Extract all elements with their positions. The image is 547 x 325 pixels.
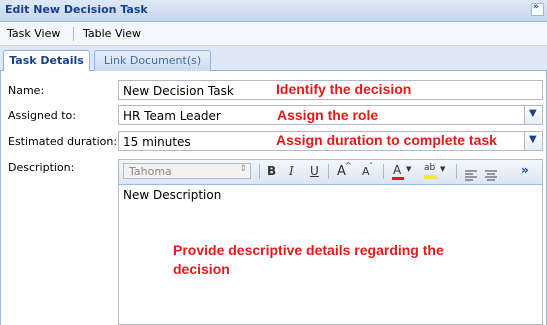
underline-button[interactable]: U [310, 164, 319, 178]
tab-link-documents[interactable]: Link Document(s) [94, 50, 211, 71]
toolbar-separator [456, 164, 457, 179]
tab-label: Task Details [9, 54, 84, 67]
tab-strip: Task Details Link Document(s) [0, 46, 547, 72]
duration-value: 15 minutes [123, 135, 191, 149]
chevron-down-icon: ▼ [529, 108, 537, 119]
highlight-icon: ab [424, 163, 436, 173]
chevron-down-icon: ▼ [406, 165, 412, 173]
menu-item-table-view[interactable]: Table View [83, 27, 141, 40]
tab-task-details[interactable]: Task Details [3, 50, 90, 72]
annotation-identify-decision: Identify the decision [276, 81, 412, 97]
toolbar-separator [383, 164, 384, 179]
task-details-form: Name: New Decision Task Identify the dec… [0, 71, 547, 325]
name-label: Name: [8, 84, 45, 97]
duration-dropdown-trigger[interactable]: ▼ [524, 132, 542, 150]
more-tools-button[interactable]: » [521, 163, 529, 177]
annotation-assign-duration: Assign duration to complete task [276, 132, 497, 148]
italic-button[interactable]: I [289, 164, 294, 178]
highlight-button[interactable]: ab ▼ [423, 163, 449, 181]
description-label: Description: [8, 161, 75, 174]
name-value: New Decision Task [123, 84, 234, 98]
editor-toolbar: Tahoma ⇕ B I U A ^ A ˇ A ▼ ab ▼ » [119, 160, 542, 185]
annotation-description-line2: decision [173, 261, 230, 277]
collapse-button[interactable]: » [531, 2, 544, 16]
highlight-swatch [424, 175, 437, 179]
assigned-dropdown-trigger[interactable]: ▼ [524, 106, 542, 124]
font-color-swatch [392, 177, 404, 180]
annotation-assign-role: Assign the role [277, 107, 379, 123]
menubar: Task View Table View [0, 22, 547, 46]
menu-item-task-view[interactable]: Task View [7, 27, 60, 40]
toolbar-separator [259, 164, 260, 179]
assigned-to-label: Assigned to: [8, 109, 76, 122]
chevron-down-icon: ▼ [440, 165, 446, 173]
bold-button[interactable]: B [267, 164, 276, 178]
chevron-down-icon: ▼ [529, 134, 537, 145]
font-color-button[interactable]: A ▼ [391, 163, 415, 181]
window-titlebar: Edit New Decision Task » [0, 0, 547, 22]
toolbar-separator [328, 164, 329, 179]
font-family-select[interactable]: Tahoma ⇕ [123, 163, 251, 179]
annotation-description-line1: Provide descriptive details regarding th… [173, 242, 444, 258]
menu-separator [73, 27, 74, 41]
align-center-button[interactable] [485, 166, 497, 181]
select-arrows-icon: ⇕ [239, 164, 247, 174]
duration-label: Estimated duration: [8, 135, 118, 148]
window-title: Edit New Decision Task [5, 3, 148, 16]
grow-arrow-icon: ^ [345, 161, 352, 170]
font-color-icon: A [393, 163, 402, 177]
description-text[interactable]: New Description [123, 188, 221, 202]
shrink-arrow-icon: ˇ [369, 162, 373, 171]
align-center-icon [485, 170, 497, 181]
collapse-icon: » [533, 2, 539, 12]
assigned-to-value: HR Team Leader [123, 109, 221, 123]
align-left-button[interactable] [465, 166, 477, 181]
font-family-value: Tahoma [129, 165, 172, 178]
align-left-icon [465, 170, 477, 181]
tab-label: Link Document(s) [103, 54, 202, 67]
